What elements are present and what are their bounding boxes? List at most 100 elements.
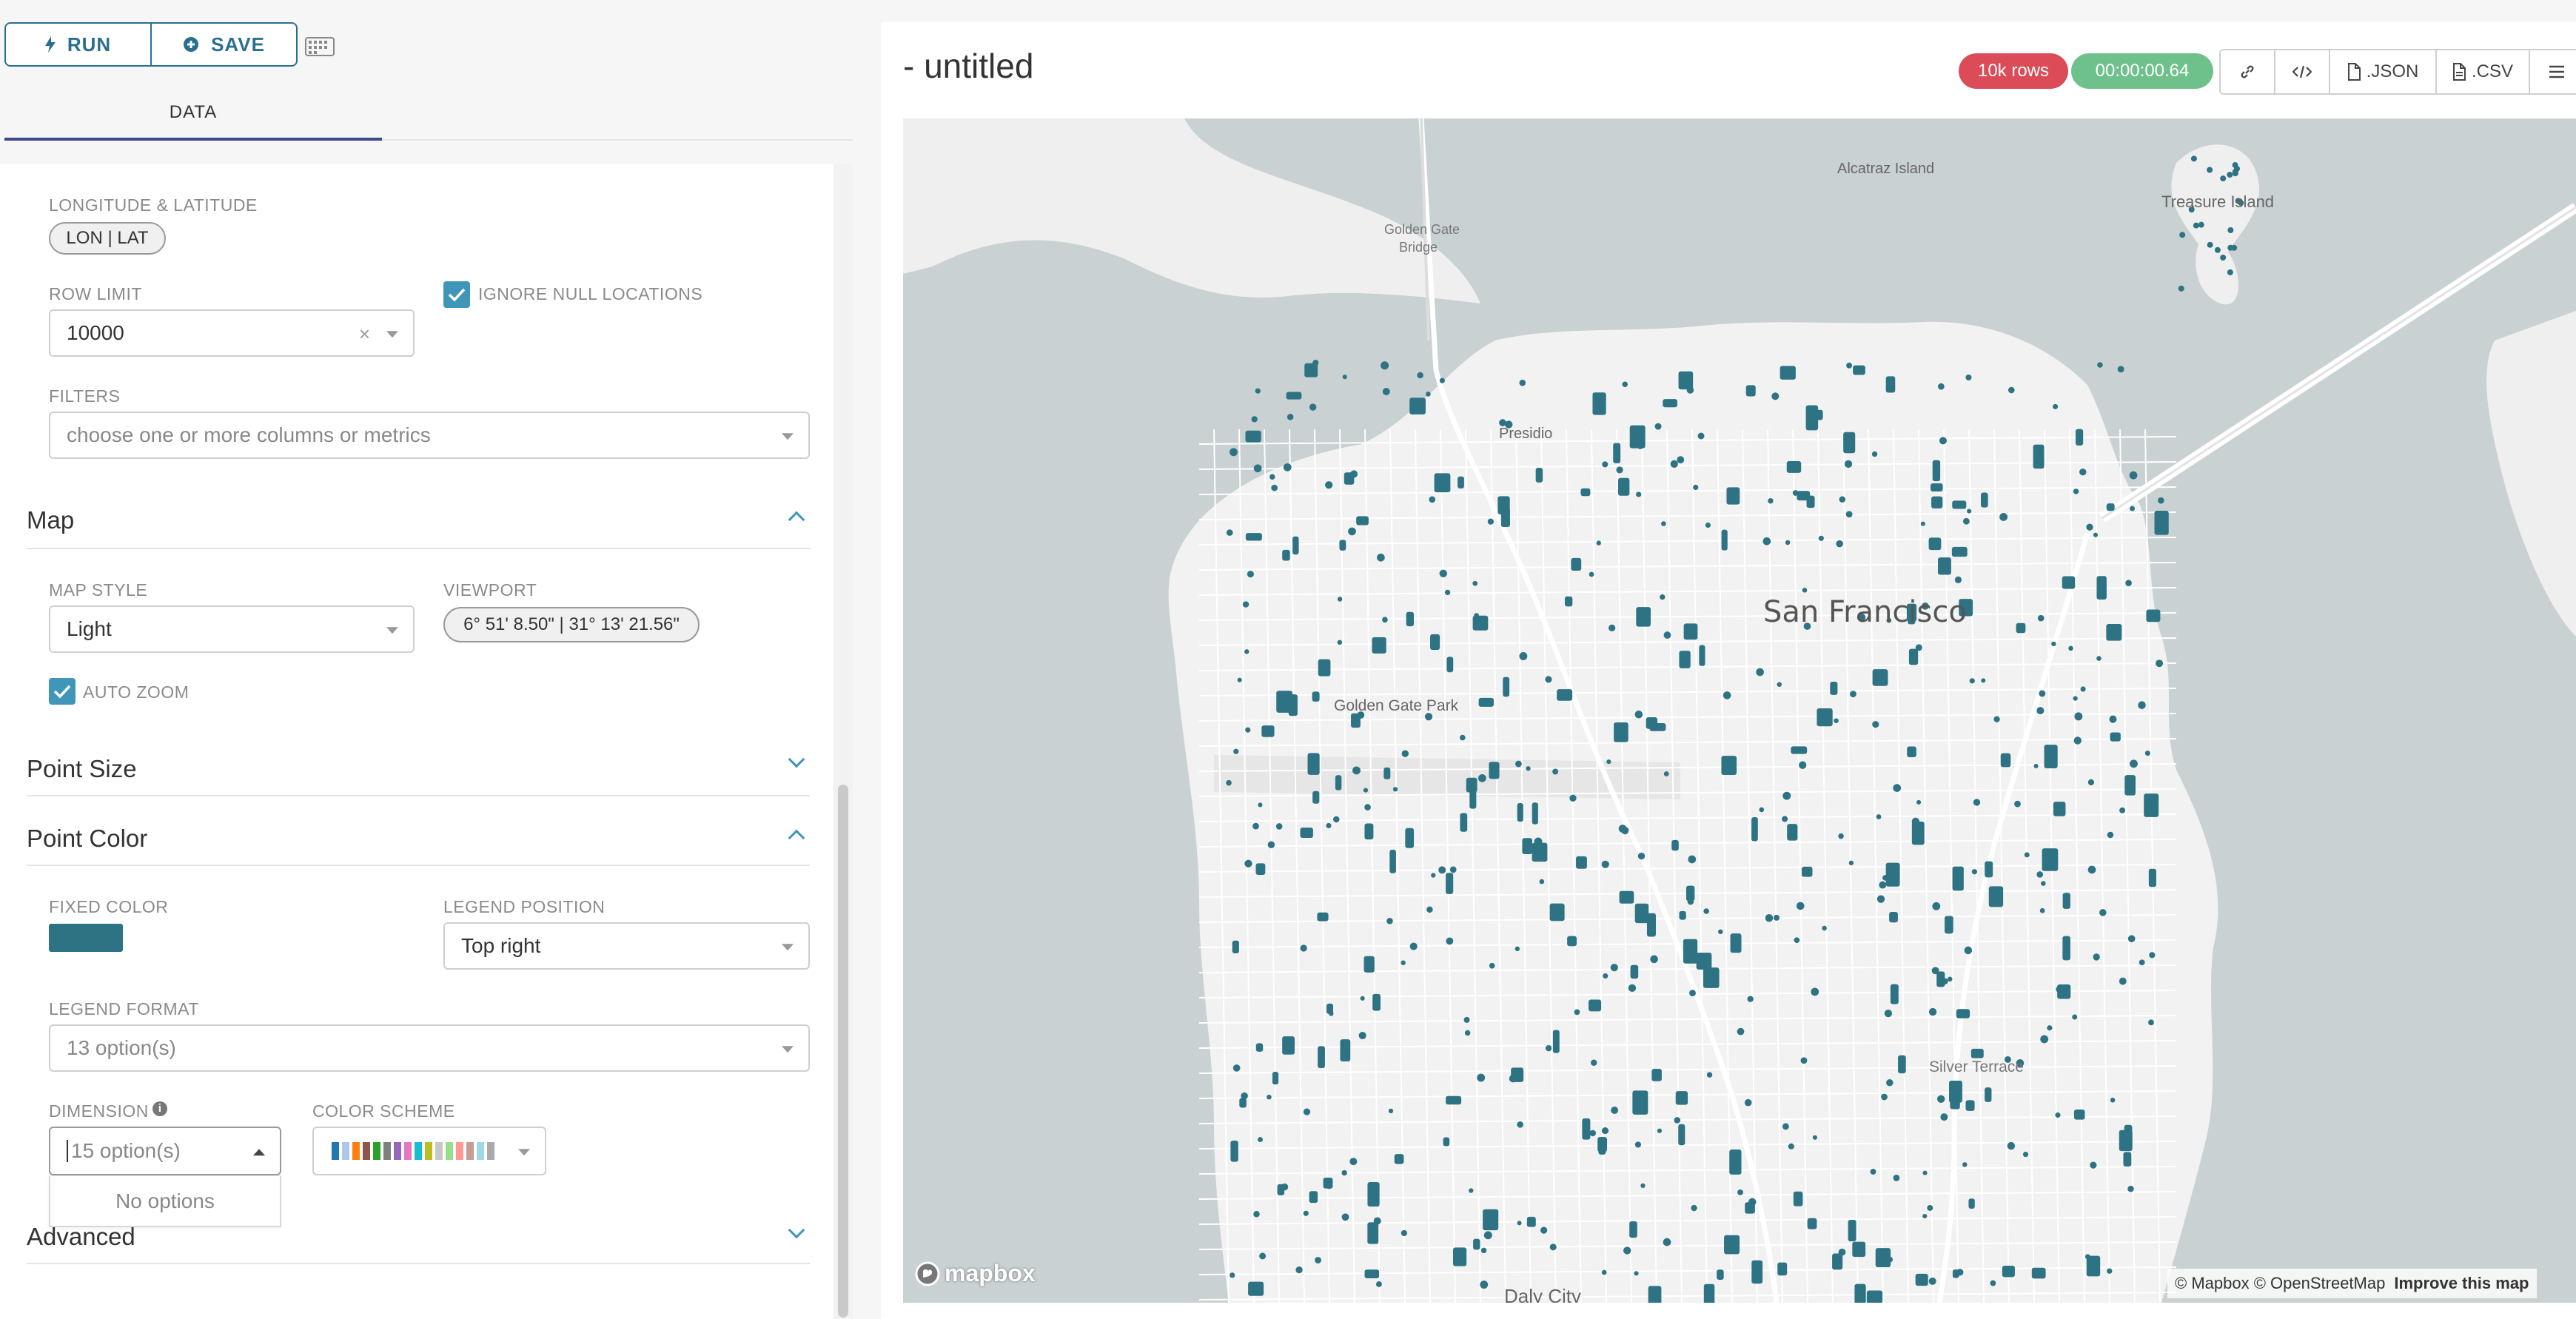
map-point xyxy=(1811,987,1819,996)
section-title-map[interactable]: Map xyxy=(27,506,74,534)
map-point xyxy=(1875,1248,1891,1268)
map-point xyxy=(1679,651,1691,668)
save-button-label: SAVE xyxy=(211,33,265,56)
map-point xyxy=(1608,624,1616,632)
map-point xyxy=(1248,1281,1264,1296)
map-point xyxy=(1463,1016,1470,1023)
keyboard-icon[interactable] xyxy=(305,37,335,56)
scrollbar-thumb[interactable] xyxy=(838,785,848,1318)
attribution-text[interactable]: © Mapbox © OpenStreetMap xyxy=(2175,1274,2385,1293)
map-point xyxy=(1629,425,1646,449)
clear-icon[interactable]: × xyxy=(359,323,370,346)
auto-zoom-checkbox[interactable] xyxy=(49,678,76,705)
map-point xyxy=(1287,414,1294,420)
run-button-label: RUN xyxy=(67,33,112,56)
info-icon[interactable]: i xyxy=(152,1101,167,1116)
map-point xyxy=(2055,1112,2061,1118)
chevron-down-icon xyxy=(518,1149,530,1156)
map-point xyxy=(1300,944,1307,952)
row-limit-value: 10000 xyxy=(67,321,124,344)
map-point xyxy=(1472,580,1478,586)
fixed-color-swatch[interactable] xyxy=(49,924,123,952)
save-button[interactable]: SAVE xyxy=(150,24,296,65)
export-json-button[interactable]: .JSON xyxy=(2329,50,2435,93)
map-point xyxy=(1838,833,1844,839)
color-scheme-select[interactable] xyxy=(312,1127,546,1175)
run-button[interactable]: RUN xyxy=(6,24,150,65)
dimension-select[interactable]: 15 option(s) xyxy=(49,1127,281,1175)
map-point xyxy=(1689,990,1696,996)
map-point xyxy=(1788,1143,1794,1149)
map-point xyxy=(1931,967,1939,975)
map-point xyxy=(2093,532,2099,537)
dimension-value: 15 option(s) xyxy=(71,1139,181,1162)
map-point xyxy=(1394,1154,1404,1164)
map-point xyxy=(1409,397,1426,415)
chevron-down-icon xyxy=(782,1046,794,1053)
map-point xyxy=(1881,1093,1888,1101)
link-button[interactable] xyxy=(2221,50,2274,93)
map-point xyxy=(2146,609,2161,622)
map-point xyxy=(2227,244,2234,251)
section-title-point-size[interactable]: Point Size xyxy=(27,755,137,783)
map-point xyxy=(1843,432,1856,454)
map-point xyxy=(2156,660,2164,668)
map-label-golden-gate-park: Golden Gate Park xyxy=(1334,697,1459,714)
ignore-null-checkbox[interactable] xyxy=(443,281,470,308)
map-point xyxy=(1949,1080,1962,1103)
map-point xyxy=(2178,285,2184,292)
map-point xyxy=(1272,1072,1279,1085)
embed-code-button[interactable] xyxy=(2274,50,2329,93)
map-point xyxy=(1601,1269,1607,1275)
map-point xyxy=(1866,1290,1883,1303)
map-point xyxy=(1634,1141,1642,1148)
more-menu-button[interactable] xyxy=(2529,50,2576,93)
map-point xyxy=(1675,1091,1688,1105)
color-scheme-swatch xyxy=(466,1142,474,1160)
map-point xyxy=(1703,967,1720,988)
map-point xyxy=(1962,517,1970,525)
filters-select[interactable]: choose one or more columns or metrics xyxy=(49,412,810,459)
map-point xyxy=(1938,383,1945,390)
improve-map-link[interactable]: Improve this map xyxy=(2394,1274,2529,1293)
legend-format-select[interactable]: 13 option(s) xyxy=(49,1024,810,1072)
map-point xyxy=(2047,1025,2053,1031)
tab-data[interactable]: DATA xyxy=(4,89,382,141)
map-point xyxy=(2086,523,2093,531)
map-style-select[interactable]: Light xyxy=(49,605,415,653)
map-point xyxy=(2139,959,2145,966)
map-point xyxy=(2123,1152,2132,1167)
map-point xyxy=(2072,1014,2078,1020)
lonlat-pill[interactable]: LON | LAT xyxy=(49,222,166,255)
map-point xyxy=(1276,691,1292,713)
section-title-advanced[interactable]: Advanced xyxy=(27,1223,135,1251)
map-point xyxy=(1326,822,1332,829)
map-point xyxy=(1458,476,1464,489)
mapbox-logo[interactable]: mapbox xyxy=(915,1260,1036,1287)
map-point xyxy=(1985,1087,1992,1102)
map-point xyxy=(2022,1152,2029,1158)
map-point xyxy=(1817,708,1833,727)
map-canvas[interactable]: Alcatraz Island Treasure Island Golden G… xyxy=(903,118,2576,1303)
map-label-bridge: Bridge xyxy=(1399,240,1438,255)
map-point xyxy=(1768,498,1774,504)
hamburger-icon xyxy=(2549,65,2564,78)
page-title[interactable]: - untitled xyxy=(903,46,1033,86)
map-point xyxy=(1592,392,1606,415)
map-point xyxy=(2154,511,2169,535)
row-limit-select[interactable]: 10000 × xyxy=(49,309,415,357)
map-point xyxy=(1872,669,1888,686)
export-csv-button[interactable]: .CSV xyxy=(2435,50,2529,93)
map-point xyxy=(1697,432,1705,440)
map-point xyxy=(1348,527,1356,536)
map-point xyxy=(1515,946,1520,952)
map-point xyxy=(2073,696,2078,701)
map-point xyxy=(2073,1109,2085,1120)
map-point xyxy=(1893,865,1899,870)
legend-position-select[interactable]: Top right xyxy=(443,922,810,970)
map-point xyxy=(1431,873,1436,878)
map-point xyxy=(1303,1108,1311,1115)
section-title-point-color[interactable]: Point Color xyxy=(27,825,147,853)
map-point xyxy=(1503,677,1510,697)
viewport-pill[interactable]: 6° 51' 8.50" | 31° 13' 21.56" xyxy=(443,607,700,642)
